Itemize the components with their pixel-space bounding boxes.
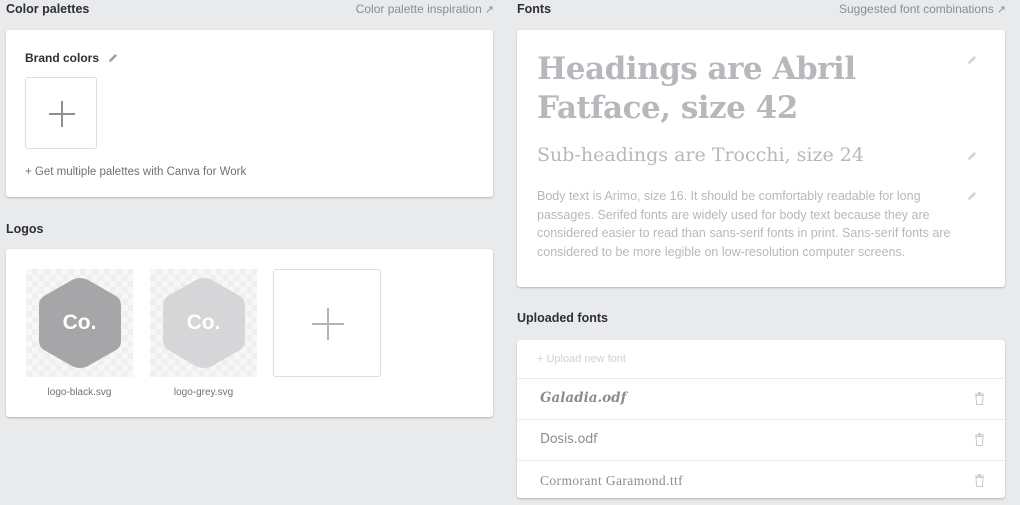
uploaded-font-row[interactable]: Dosis.odf bbox=[517, 419, 1005, 459]
logo-mark-text: Co. bbox=[62, 311, 97, 334]
brand-colors-label: Brand colors bbox=[25, 51, 100, 65]
color-palette-inspiration-link[interactable]: Color palette inspiration ↗ bbox=[356, 2, 494, 16]
get-multiple-palettes-link[interactable]: + Get multiple palettes with Canva for W… bbox=[25, 166, 246, 178]
plus-icon-stroke bbox=[61, 101, 63, 127]
suggested-font-combinations-link[interactable]: Suggested font combinations ↗ bbox=[839, 2, 1006, 16]
logo-tile[interactable]: Co. bbox=[26, 269, 133, 377]
edit-subheading-pencil-icon[interactable] bbox=[966, 150, 978, 162]
logo-filename: logo-grey.svg bbox=[173, 387, 234, 398]
uploaded-font-name: Dosis.odf bbox=[540, 432, 598, 447]
plus-icon-stroke bbox=[327, 308, 329, 340]
color-palettes-card: Brand colors + Get multiple palettes wit… bbox=[6, 30, 493, 197]
logos-card: Co. logo-black.svg Co. logo-grey.svg bbox=[6, 249, 493, 417]
color-palette-inspiration-label: Color palette inspiration bbox=[355, 2, 482, 16]
fonts-title: Fonts bbox=[517, 2, 552, 16]
edit-pencil-icon[interactable] bbox=[107, 52, 119, 64]
upload-new-font-button[interactable]: + Upload new font bbox=[537, 353, 626, 365]
subheading-font-sample[interactable]: Sub-headings are Trocchi, size 24 bbox=[537, 144, 864, 166]
uploaded-fonts-title: Uploaded fonts bbox=[517, 311, 608, 325]
body-font-sample[interactable]: Body text is Arimo, size 16. It should b… bbox=[537, 187, 957, 261]
uploaded-font-name: Cormorant Garamond.ttf bbox=[540, 473, 684, 488]
logos-title: Logos bbox=[6, 222, 44, 236]
logo-tile[interactable]: Co. bbox=[150, 269, 257, 377]
fonts-card: Headings are Abril Fatface, size 42 Sub-… bbox=[517, 30, 1005, 287]
add-logo-button[interactable] bbox=[273, 269, 381, 377]
edit-body-pencil-icon[interactable] bbox=[966, 190, 978, 202]
uploaded-font-row[interactable]: Cormorant Garamond.ttf bbox=[517, 460, 1005, 498]
uploaded-fonts-card: + Upload new font Galadia.odf Dosis.odf … bbox=[517, 340, 1005, 498]
delete-trash-icon[interactable] bbox=[974, 433, 985, 446]
color-palettes-title: Color palettes bbox=[6, 2, 90, 16]
uploaded-font-row[interactable]: Galadia.odf bbox=[517, 378, 1005, 418]
logo-filename: logo-black.svg bbox=[47, 387, 112, 398]
suggested-font-combinations-label: Suggested font combinations bbox=[839, 2, 994, 16]
edit-heading-pencil-icon[interactable] bbox=[966, 54, 978, 66]
add-brand-color-button[interactable] bbox=[25, 77, 97, 149]
delete-trash-icon[interactable] bbox=[974, 392, 985, 405]
logo-mark-text: Co. bbox=[186, 311, 221, 334]
uploaded-font-name: Galadia.odf bbox=[540, 390, 627, 406]
heading-font-sample[interactable]: Headings are Abril Fatface, size 42 bbox=[537, 50, 867, 128]
external-arrow-icon: ↗ bbox=[996, 4, 1006, 16]
delete-trash-icon[interactable] bbox=[974, 474, 985, 487]
external-arrow-icon: ↗ bbox=[484, 4, 494, 16]
